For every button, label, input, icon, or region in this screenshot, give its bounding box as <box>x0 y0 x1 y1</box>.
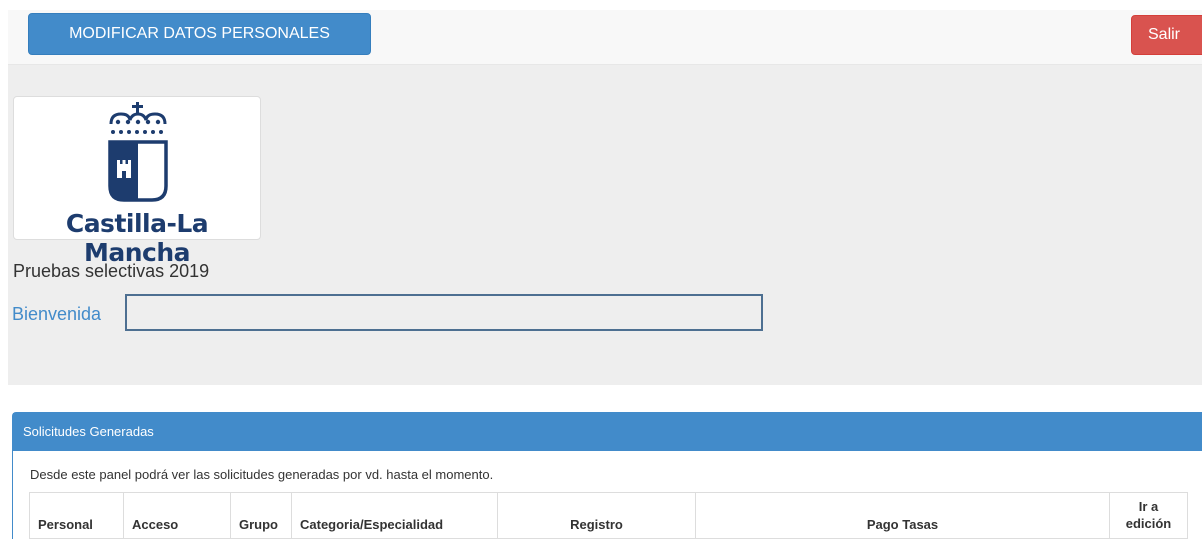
coat-of-arms-icon <box>108 102 168 202</box>
column-header-registro: Registro <box>497 492 696 539</box>
column-header-categoria: Categoria/Especialidad <box>291 492 498 539</box>
welcome-label: Bienvenida <box>12 304 102 324</box>
header-jumbotron: Castilla-La Mancha Pruebas selectivas 20… <box>8 65 1202 385</box>
column-header-acceso: Acceso <box>123 492 231 539</box>
column-header-ir-a-edicion: Ir a edición <box>1109 492 1188 539</box>
logo-wordmark: Castilla-La Mancha <box>65 209 209 267</box>
top-navbar: MODIFICAR DATOS PERSONALES Salir <box>8 10 1202 65</box>
column-header-pago-tasas: Pago Tasas <box>695 492 1110 539</box>
table-header-row: Personal Acceso Grupo Categoria/Especial… <box>29 492 1188 539</box>
panel-description: Desde este panel podrá ver las solicitud… <box>30 467 494 482</box>
solicitudes-table: Personal Acceso Grupo Categoria/Especial… <box>29 492 1188 539</box>
column-header-personal: Personal <box>29 492 124 539</box>
modify-personal-data-button[interactable]: MODIFICAR DATOS PERSONALES <box>28 13 371 55</box>
convocatoria-title: Pruebas selectivas 2019 <box>13 261 210 281</box>
solicitudes-panel: Solicitudes Generadas Desde este panel p… <box>12 412 1202 539</box>
castilla-la-mancha-logo: Castilla-La Mancha <box>13 96 261 267</box>
logout-button[interactable]: Salir <box>1131 15 1202 55</box>
panel-title: Solicitudes Generadas <box>13 413 1202 451</box>
column-header-grupo: Grupo <box>230 492 292 539</box>
user-name-field[interactable] <box>125 294 763 331</box>
